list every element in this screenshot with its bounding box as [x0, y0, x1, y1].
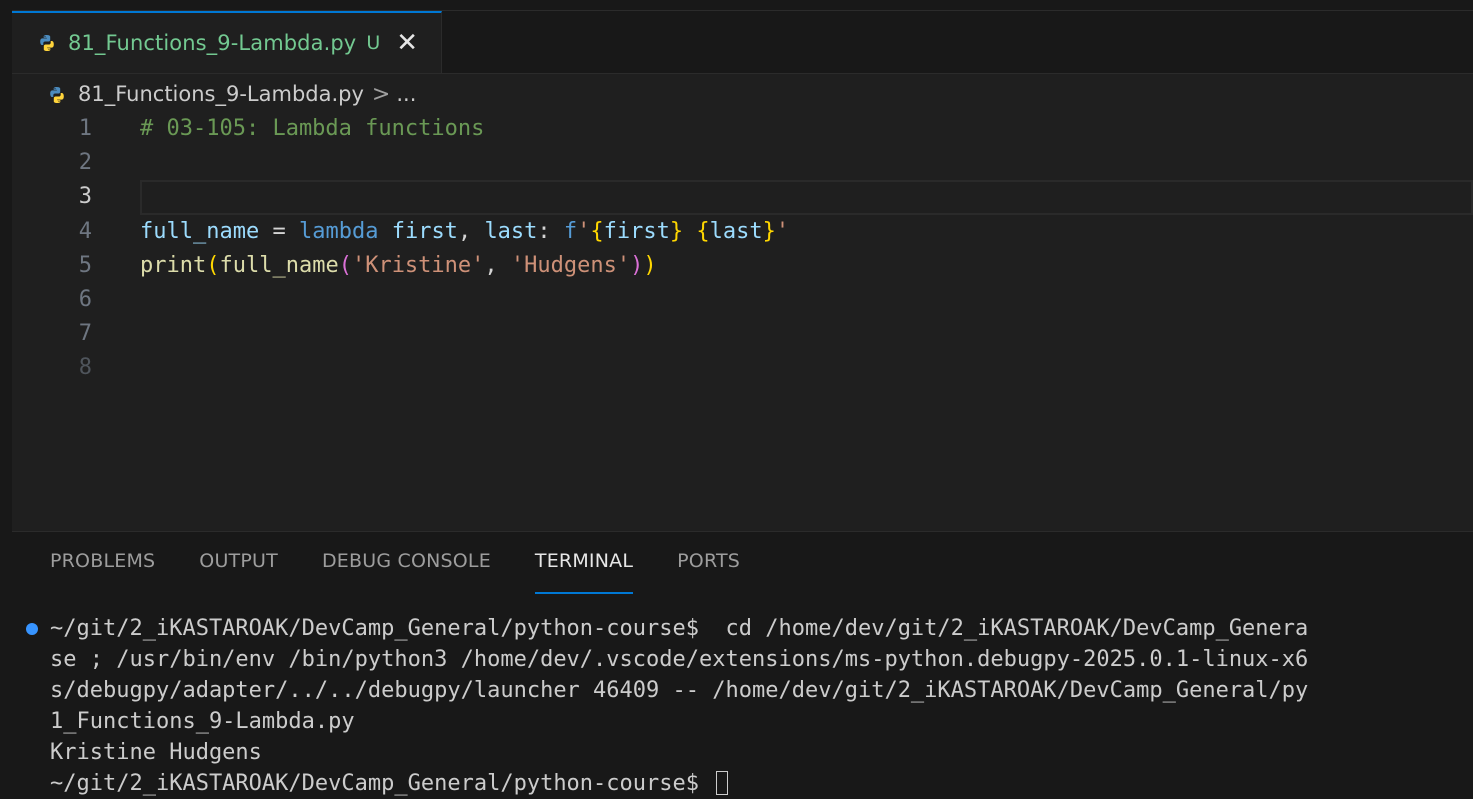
code-token: ( [338, 252, 352, 278]
code-line[interactable]: 6 [12, 283, 1473, 317]
python-file-icon [38, 34, 56, 52]
panel-tab-list: PROBLEMS OUTPUT DEBUG CONSOLE TERMINAL PORTS [50, 550, 784, 594]
code-token: : [537, 218, 564, 244]
code-token: ) [630, 252, 644, 278]
code-token: { [590, 218, 604, 244]
python-file-icon [48, 85, 66, 103]
terminal-line: se ; /usr/bin/env /bin/python3 /home/dev… [50, 644, 1473, 675]
code-line[interactable]: 2 [12, 146, 1473, 180]
breadcrumb[interactable]: 81_Functions_9-Lambda.py > ... [48, 80, 416, 108]
code-token: f [563, 218, 578, 244]
tab-terminal[interactable]: TERMINAL [534, 550, 634, 594]
terminal-line: s/debugpy/adapter/../../debugpy/launcher… [50, 675, 1473, 706]
tab-output[interactable]: OUTPUT [199, 550, 278, 586]
code-token: , [457, 218, 485, 244]
terminal-line-text: se ; /usr/bin/env /bin/python3 /home/dev… [50, 647, 1309, 672]
line-number: 1 [78, 116, 92, 141]
breadcrumb-symbols[interactable]: ... [396, 82, 416, 106]
terminal-line: Kristine Hudgens [50, 737, 1473, 768]
code-lines[interactable]: 1 # 03-105: Lambda functions 2 3 4 full_name … [12, 112, 1473, 386]
code-token: , [484, 252, 511, 278]
terminal-line-text: ~/git/2_iKASTAROAK/DevCamp_General/pytho… [50, 616, 1309, 641]
code-token: = [259, 218, 299, 244]
code-line[interactable]: 1 # 03-105: Lambda functions [12, 112, 1473, 146]
code-line[interactable]: 8 [12, 351, 1473, 385]
command-status-dot-icon[interactable] [26, 623, 38, 635]
code-token: print [140, 252, 207, 278]
code-token: 'Kristine' [351, 252, 485, 278]
tab-debug-console[interactable]: DEBUG CONSOLE [322, 550, 491, 586]
line-number: 8 [78, 355, 92, 381]
code-token: lambda [298, 218, 379, 244]
line-number: 6 [78, 286, 92, 312]
line-number: 2 [78, 150, 92, 176]
chevron-right-icon: > [371, 81, 391, 107]
code-line[interactable]: 5 print(full_name('Kristine', 'Hudgens')) [12, 249, 1473, 283]
bottom-panel: PROBLEMS OUTPUT DEBUG CONSOLE TERMINAL PORTS… [12, 531, 1473, 796]
tab-ports[interactable]: PORTS [677, 550, 740, 586]
code-token: 'Hudgens' [510, 252, 631, 278]
code-token: ) [643, 252, 657, 278]
code-token: ' [775, 218, 790, 244]
terminal-line: 1_Functions_9-Lambda.py [50, 706, 1473, 737]
code-token: } [669, 218, 684, 244]
line-text: # 03-105: Lambda functions [140, 112, 484, 146]
untracked-status-badge: U [366, 32, 381, 54]
code-line[interactable]: 7 [12, 317, 1473, 351]
code-line[interactable]: 4 full_name = lambda first, last: f'{firs… [12, 215, 1473, 249]
code-line[interactable]: 3 [12, 180, 1473, 215]
line-number: 4 [78, 218, 92, 244]
line-number: 3 [78, 184, 92, 210]
terminal-line: ~/git/2_iKASTAROAK/DevCamp_General/pytho… [50, 613, 1473, 644]
close-icon[interactable]: ✕ [396, 30, 418, 56]
code-token: full_name [140, 218, 260, 244]
editor-tab-active[interactable]: 81_Functions_9-Lambda.py U ✕ [12, 11, 442, 73]
editor-tab-bar: 81_Functions_9-Lambda.py U ✕ [12, 11, 1473, 74]
code-token: { [696, 218, 710, 244]
code-token: last [484, 218, 538, 244]
code-token: last [709, 218, 763, 244]
code-editor[interactable]: 81_Functions_9-Lambda.py > ... 1 # 03-105… [12, 74, 1473, 531]
code-token: first [391, 218, 458, 244]
breadcrumb-file[interactable]: 81_Functions_9-Lambda.py [78, 82, 364, 106]
window-edge [0, 0, 12, 773]
line-number: 5 [78, 252, 92, 278]
code-token: first [603, 218, 670, 244]
terminal-line-text: s/debugpy/adapter/../../debugpy/launcher… [50, 678, 1309, 703]
line-text: full_name = lambda first, last: f'{first… [140, 215, 789, 249]
line-text: print(full_name('Kristine', 'Hudgens')) [140, 249, 657, 283]
code-token: # 03-105: Lambda functions [140, 116, 485, 141]
terminal-line-text: Kristine Hudgens [50, 740, 262, 765]
terminal-line-text: ~/git/2_iKASTAROAK/DevCamp_General/pytho… [50, 771, 713, 796]
terminal-cursor [716, 771, 729, 795]
code-token: ' [577, 218, 591, 244]
line-number: 7 [78, 321, 92, 347]
code-token: full_name [219, 252, 339, 278]
code-token: ( [206, 252, 220, 278]
code-token: } [762, 218, 776, 244]
tab-filename: 81_Functions_9-Lambda.py [68, 31, 357, 55]
terminal-line-text: 1_Functions_9-Lambda.py [50, 709, 355, 734]
terminal-output[interactable]: ~/git/2_iKASTAROAK/DevCamp_General/pytho… [26, 613, 1473, 799]
tab-problems[interactable]: PROBLEMS [50, 550, 155, 586]
